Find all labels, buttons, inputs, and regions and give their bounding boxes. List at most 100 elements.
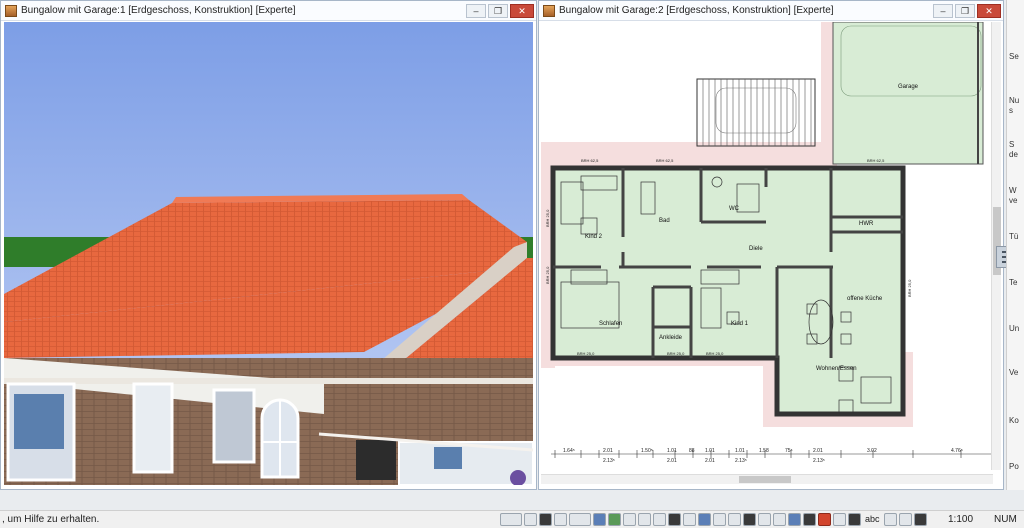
pencil-icon[interactable] xyxy=(554,513,567,526)
brh-label: BRH 62,5 xyxy=(656,158,674,163)
room-label-kind2: Kind 2 xyxy=(585,234,603,240)
brh-label: BRH 25,0 xyxy=(577,351,595,356)
palette-item[interactable]: W xyxy=(1009,186,1017,195)
palette-item[interactable]: s xyxy=(1009,106,1013,115)
ruler-icon[interactable] xyxy=(524,513,537,526)
plant-icon[interactable] xyxy=(683,513,696,526)
palette-item[interactable]: de xyxy=(1009,150,1018,159)
room-label-wohnen: Wohnen/Essen xyxy=(816,366,857,372)
brh-label: BRH 25,0 xyxy=(545,209,550,227)
palette-item[interactable]: Tü xyxy=(1009,232,1018,241)
brh-label: BRH 62,5 xyxy=(867,158,885,163)
numlock-indicator: NUM xyxy=(994,514,1017,525)
terrain-icon[interactable] xyxy=(608,513,621,526)
house-floor xyxy=(550,165,906,417)
room-label-hwr: HWR xyxy=(859,221,874,227)
plan-view-window[interactable]: Bungalow mit Garage:2 [Erdgeschoss, Kons… xyxy=(538,0,1004,490)
tripod-icon[interactable] xyxy=(913,513,927,526)
close-button[interactable]: ✕ xyxy=(977,3,1001,18)
dimension-label: 2.01 xyxy=(667,458,677,464)
window-title-plan: Bungalow mit Garage:2 [Erdgeschoss, Kons… xyxy=(559,5,834,16)
dimension-label: 2.01 xyxy=(813,448,823,454)
room-label-ankleide: Ankleide xyxy=(659,335,683,341)
palette-item[interactable]: Un xyxy=(1009,324,1019,333)
hatch-icon[interactable] xyxy=(569,513,591,526)
dimension-label: 88 xyxy=(689,448,695,454)
room-label-wc: WC xyxy=(729,206,740,212)
garage-room xyxy=(832,22,984,165)
palette-item[interactable]: Nu xyxy=(1009,96,1019,105)
dimension-label: 2.13⁵ xyxy=(603,458,615,464)
light-icon[interactable] xyxy=(698,513,711,526)
minimize-button[interactable]: ‒ xyxy=(466,3,486,18)
horizontal-scrollbar[interactable] xyxy=(541,474,993,484)
room-label-kueche: offene Küche xyxy=(847,296,883,302)
sink-icon[interactable] xyxy=(758,513,771,526)
palette-item[interactable]: Ko xyxy=(1009,416,1019,425)
window-title-3d: Bungalow mit Garage:1 [Erdgeschoss, Kons… xyxy=(21,5,296,16)
grid-icon[interactable] xyxy=(539,513,552,526)
room-label-bad: Bad xyxy=(659,218,670,224)
room-label-garage: Garage xyxy=(898,84,919,90)
brh-label: BRH 25,0 xyxy=(907,279,912,297)
fill-icon[interactable] xyxy=(623,513,636,526)
room-label-kind1: Kind 1 xyxy=(731,321,749,327)
dimension-label: 1.01 xyxy=(735,448,745,454)
section-icon[interactable] xyxy=(833,513,846,526)
palette-item[interactable]: Te xyxy=(1009,278,1017,287)
layer-icon[interactable] xyxy=(500,513,522,526)
roof-icon[interactable] xyxy=(818,513,831,526)
palette-item[interactable]: Po xyxy=(1009,462,1019,471)
title-bar-3d[interactable]: Bungalow mit Garage:1 [Erdgeschoss, Kons… xyxy=(1,1,536,21)
dimension-label: 2.13⁵ xyxy=(735,458,747,464)
palette-item[interactable]: ve xyxy=(1009,196,1017,205)
pergola xyxy=(696,78,816,147)
stairs-icon[interactable] xyxy=(638,513,651,526)
floor-plan-canvas[interactable]: Garage Kind 2 Bad WC HWR Diele Schlafen … xyxy=(541,22,991,480)
dimension-label: 3.02 xyxy=(867,448,877,454)
maximize-button[interactable]: ❐ xyxy=(488,3,508,18)
lamp-icon[interactable] xyxy=(728,513,741,526)
floor-plan: Garage Kind 2 Bad WC HWR Diele Schlafen … xyxy=(541,22,991,464)
dimension-label: 2.01 xyxy=(705,458,715,464)
minimize-button[interactable]: ‒ xyxy=(933,3,953,18)
texture-icon[interactable] xyxy=(593,513,606,526)
dimension-label: 1.01 xyxy=(705,448,715,454)
palette-item[interactable]: Se xyxy=(1009,52,1019,61)
dimension-label: 2.01 xyxy=(603,448,613,454)
symbol-icon[interactable] xyxy=(898,513,912,526)
scale-indicator: 1:100 xyxy=(948,514,974,525)
chair-icon[interactable] xyxy=(713,513,726,526)
room-label-diele: Diele xyxy=(749,246,763,252)
spellcheck-label[interactable]: abc xyxy=(863,513,882,526)
text-style-icon[interactable] xyxy=(883,513,897,526)
status-bar: , um Hilfe zu erhalten. abc 1:100 NUM xyxy=(0,510,1024,528)
close-button[interactable]: ✕ xyxy=(510,3,534,18)
title-bar-plan[interactable]: Bungalow mit Garage:2 [Erdgeschoss, Kons… xyxy=(539,1,1003,21)
car-icon[interactable] xyxy=(788,513,801,526)
brh-label: BRH 25,0 xyxy=(706,351,724,356)
app-icon xyxy=(543,4,555,17)
scroll-thumb[interactable] xyxy=(739,476,791,483)
dimension-label: 1.58 xyxy=(759,448,769,454)
dimension-label: 1.01 xyxy=(667,448,677,454)
camera-icon[interactable] xyxy=(848,513,861,526)
app-icon xyxy=(5,4,17,17)
bed-icon[interactable] xyxy=(803,513,816,526)
dimension-label: 4.76⁵ xyxy=(951,448,963,454)
brh-label: BRH 25,0 xyxy=(545,266,550,284)
3d-view-window[interactable]: Bungalow mit Garage:1 [Erdgeschoss, Kons… xyxy=(0,0,537,490)
room-label-schlafen: Schlafen xyxy=(599,321,622,327)
dimension-label: 1.50⁵ xyxy=(641,448,653,454)
people-icon[interactable] xyxy=(668,513,681,526)
fence-icon[interactable] xyxy=(653,513,666,526)
bathtub-icon[interactable] xyxy=(773,513,786,526)
tree-icon[interactable] xyxy=(743,513,756,526)
tool-palette[interactable]: Se Nu s S de W ve Tü Te Un Ve Ko Po xyxy=(1006,0,1024,490)
palette-item[interactable]: Ve xyxy=(1009,368,1018,377)
3d-viewport[interactable] xyxy=(4,22,533,485)
3d-house-render xyxy=(4,22,533,485)
desktop: Bungalow mit Garage:1 [Erdgeschoss, Kons… xyxy=(0,0,1024,528)
maximize-button[interactable]: ❐ xyxy=(955,3,975,18)
palette-item[interactable]: S xyxy=(1009,140,1014,149)
